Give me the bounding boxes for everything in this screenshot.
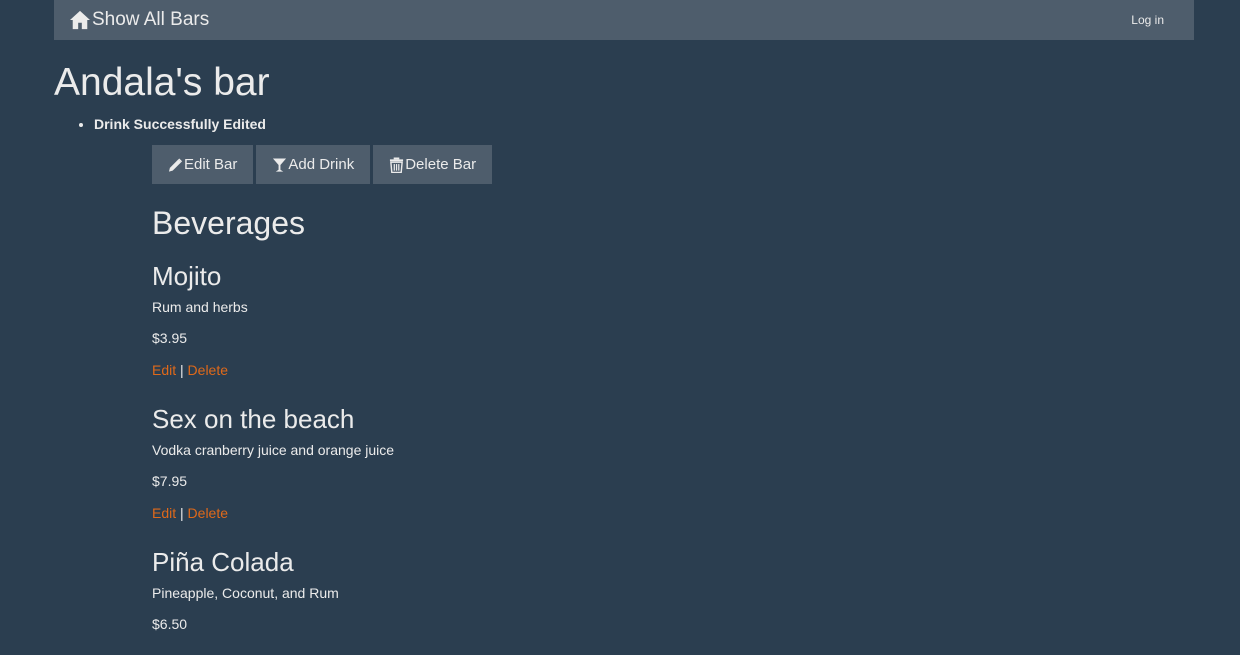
login-link[interactable]: Log in: [1131, 13, 1164, 27]
pencil-icon: [168, 157, 183, 172]
delete-drink-link[interactable]: Delete: [188, 505, 228, 521]
drink-item: Sex on the beach Vodka cranberry juice a…: [152, 404, 394, 521]
brand-label: Show All Bars: [92, 9, 210, 30]
drink-item: Mojito Rum and herbs $3.95 Edit | Delete: [152, 261, 248, 378]
drink-price: $6.50: [152, 616, 188, 632]
cocktail-glass-icon: [273, 157, 287, 172]
drink-price: $3.95: [152, 330, 188, 346]
drink-name: Mojito: [152, 261, 222, 291]
link-separator: |: [180, 505, 184, 521]
edit-drink-link[interactable]: Edit: [152, 362, 176, 378]
top-navbar: Show All Bars Log in: [54, 0, 1194, 40]
drink-price: $7.95: [152, 473, 188, 489]
drink-actions: Edit | Delete: [152, 360, 228, 380]
beverages-heading: Beverages: [152, 205, 305, 241]
home-icon: [70, 10, 90, 30]
show-all-bars-link[interactable]: Show All Bars: [69, 9, 209, 31]
edit-drink-link[interactable]: Edit: [152, 505, 176, 521]
drink-description: Rum and herbs: [152, 299, 248, 315]
add-drink-label: Add Drink: [288, 156, 355, 173]
drink-description: Pineapple, Coconut, and Rum: [152, 585, 339, 601]
delete-bar-button[interactable]: Delete Bar: [373, 145, 493, 184]
drink-actions: Edit | Delete: [152, 503, 228, 523]
edit-bar-label: Edit Bar: [184, 156, 238, 173]
delete-drink-link[interactable]: Delete: [188, 362, 228, 378]
add-drink-button[interactable]: Add Drink: [256, 145, 371, 184]
drink-name: Sex on the beach: [152, 404, 355, 434]
bar-actions: Edit Bar Add Drink Delete Bar: [152, 145, 493, 184]
trash-icon: [390, 157, 404, 173]
flash-messages: Drink Successfully Edited: [54, 114, 266, 134]
flash-message: Drink Successfully Edited: [94, 114, 266, 134]
edit-bar-button[interactable]: Edit Bar: [152, 145, 254, 184]
link-separator: |: [180, 362, 184, 378]
drink-name: Piña Colada: [152, 547, 294, 577]
delete-bar-label: Delete Bar: [405, 156, 477, 173]
drink-item: Piña Colada Pineapple, Coconut, and Rum …: [152, 547, 339, 632]
page-title: Andala's bar: [54, 61, 270, 104]
drink-description: Vodka cranberry juice and orange juice: [152, 442, 395, 458]
